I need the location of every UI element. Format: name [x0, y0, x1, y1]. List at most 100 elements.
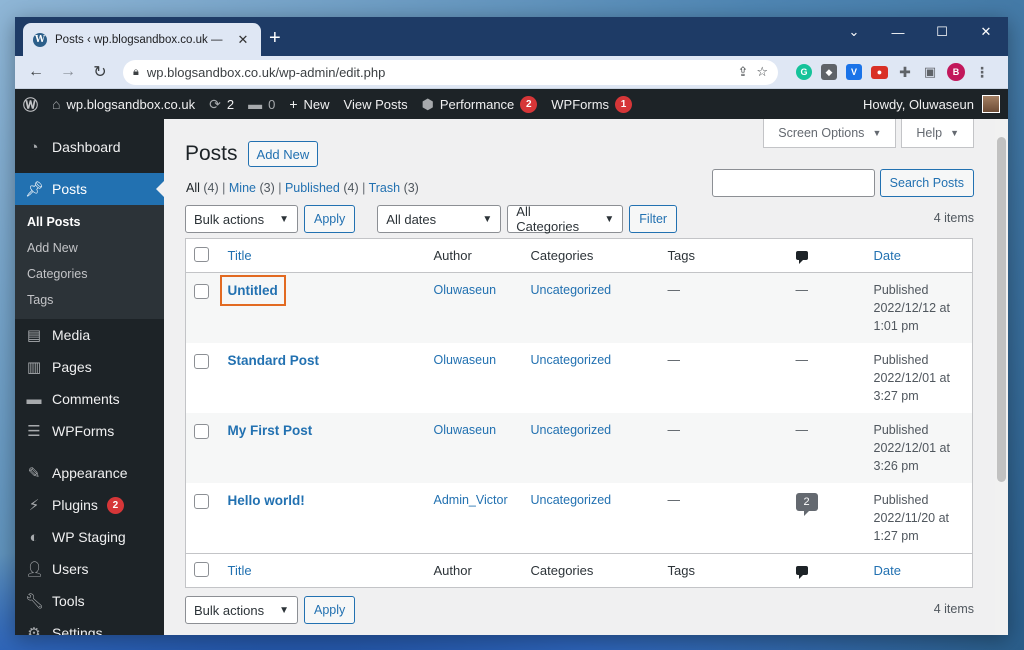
post-search-box: Search Posts	[711, 169, 974, 197]
screen-options-button[interactable]: Screen Options ▼	[763, 119, 897, 148]
wordpress-logo-icon[interactable]: Ⓦ	[23, 94, 38, 115]
items-count: 4 items	[933, 211, 974, 225]
filter-button[interactable]: Filter	[629, 205, 678, 233]
column-date[interactable]: Date	[865, 238, 973, 273]
tab-close-icon[interactable]: ✕	[235, 32, 251, 48]
forward-icon[interactable]: →	[55, 59, 81, 85]
shield-extension-icon[interactable]: ◆	[821, 64, 837, 80]
grammarly-extension-icon[interactable]: G	[796, 64, 812, 80]
menu-appearance[interactable]: ✎ Appearance	[15, 457, 164, 489]
search-posts-button[interactable]: Search Posts	[879, 169, 974, 197]
select-all-checkbox[interactable]	[194, 562, 209, 577]
maximize-icon[interactable]: ☐	[920, 17, 964, 47]
my-account[interactable]: Howdy, Oluwaseun	[863, 95, 1000, 113]
author-link[interactable]: Oluwaseun	[434, 353, 497, 367]
close-window-icon[interactable]: ✕	[964, 17, 1008, 47]
submenu-tags[interactable]: Tags	[15, 287, 164, 313]
submenu-all-posts[interactable]: All Posts	[15, 209, 164, 235]
performance-link[interactable]: ⬢ Performance 2	[422, 95, 538, 113]
approved-comments-bubble[interactable]: 2	[795, 493, 818, 516]
tab-search-icon[interactable]: ⌄	[832, 17, 876, 47]
filter-trash-link[interactable]: Trash (3)	[369, 181, 419, 195]
column-title[interactable]: Title	[219, 553, 426, 588]
dates-filter-select[interactable]: All dates ▼	[377, 205, 502, 233]
menu-users[interactable]: 👤︎ Users	[15, 553, 164, 585]
sort-title-link[interactable]: Title	[228, 248, 252, 263]
column-date[interactable]: Date	[865, 553, 973, 588]
row-checkbox[interactable]	[194, 284, 209, 299]
menu-media[interactable]: ▤ Media	[15, 319, 164, 351]
column-comments[interactable]	[787, 553, 866, 588]
author-link[interactable]: Oluwaseun	[434, 283, 497, 297]
row-checkbox[interactable]	[194, 494, 209, 509]
category-link[interactable]: Uncategorized	[531, 423, 612, 437]
column-title[interactable]: Title	[219, 238, 426, 273]
lock-icon[interactable]: 🔒︎	[133, 66, 139, 79]
menu-wpforms[interactable]: ☰ WPForms	[15, 415, 164, 447]
categories-filter-select[interactable]: All Categories ▼	[507, 204, 624, 234]
post-title-link[interactable]: Standard Post	[228, 353, 320, 368]
filter-published-link[interactable]: Published (4)	[285, 181, 359, 195]
menu-posts[interactable]: 📌︎ Posts	[15, 173, 164, 205]
search-input[interactable]	[711, 169, 875, 197]
wpforms-link[interactable]: WPForms 1	[551, 95, 633, 113]
kebab-menu-icon[interactable]: ⋮	[974, 64, 990, 80]
menu-wp-staging[interactable]: ◐ WP Staging	[15, 521, 164, 553]
bookmark-star-icon[interactable]: ☆	[756, 64, 768, 80]
updates-link[interactable]: ⟳ 2	[209, 96, 234, 113]
apply-button-bottom[interactable]: Apply	[304, 596, 356, 624]
page-scrollbar[interactable]	[995, 119, 1008, 635]
author-link[interactable]: Oluwaseun	[434, 423, 497, 437]
new-tab-icon[interactable]: +	[269, 28, 281, 48]
puzzle-extensions-icon[interactable]: ✚	[897, 64, 913, 80]
bulk-actions-select-bottom[interactable]: Bulk actions ▼	[185, 596, 298, 624]
submenu-add-new[interactable]: Add New	[15, 235, 164, 261]
category-link[interactable]: Uncategorized	[531, 353, 612, 367]
browser-tab-posts[interactable]: W Posts ‹ wp.blogsandbox.co.uk — ✕	[23, 23, 261, 56]
row-checkbox[interactable]	[194, 354, 209, 369]
apply-button[interactable]: Apply	[304, 205, 356, 233]
new-content-link[interactable]: + New	[289, 96, 329, 112]
add-new-post-button[interactable]: Add New	[247, 141, 319, 167]
sort-title-link[interactable]: Title	[228, 563, 252, 578]
scrollbar-thumb[interactable]	[997, 137, 1006, 482]
post-title-link[interactable]: Hello world!	[228, 493, 305, 508]
post-title-link[interactable]: My First Post	[228, 423, 313, 438]
select-all-checkbox[interactable]	[194, 247, 209, 262]
view-posts-link[interactable]: View Posts	[344, 97, 408, 112]
category-link[interactable]: Uncategorized	[531, 493, 612, 507]
v-extension-icon[interactable]: V	[846, 64, 862, 80]
post-title-link[interactable]: Untitled	[219, 275, 286, 306]
menu-dashboard[interactable]: ◔ Dashboard	[15, 131, 164, 163]
url-text[interactable]: wp.blogsandbox.co.uk/wp-admin/edit.php	[147, 65, 730, 80]
help-button[interactable]: Help ▼	[901, 119, 974, 148]
row-checkbox[interactable]	[194, 424, 209, 439]
site-name-link[interactable]: ⌂ wp.blogsandbox.co.uk	[52, 96, 195, 112]
reload-icon[interactable]: ↻	[87, 59, 113, 85]
date-cell: Published 2022/12/01 at 3:26 pm	[866, 413, 973, 483]
record-extension-icon[interactable]: ●	[871, 65, 888, 79]
profile-avatar[interactable]: B	[947, 63, 965, 81]
sort-date-link[interactable]: Date	[874, 248, 901, 263]
menu-tools[interactable]: 🔧︎ Tools	[15, 585, 164, 617]
sort-date-link[interactable]: Date	[874, 563, 901, 578]
menu-pages[interactable]: ▥ Pages	[15, 351, 164, 383]
category-link[interactable]: Uncategorized	[531, 283, 612, 297]
filter-all-link[interactable]: All (4)	[186, 181, 219, 195]
comments-link[interactable]: ▬ 0	[248, 96, 275, 112]
share-icon[interactable]: ⇪	[737, 64, 748, 80]
menu-plugins[interactable]: ⚡︎ Plugins 2	[15, 489, 164, 521]
minimize-icon[interactable]: —	[876, 17, 920, 47]
back-icon[interactable]: ←	[23, 59, 49, 85]
updates-icon: ⟳	[209, 95, 221, 112]
author-link[interactable]: Admin_Victor	[434, 493, 508, 507]
filter-mine-link[interactable]: Mine (3)	[229, 181, 275, 195]
column-comments[interactable]	[787, 238, 866, 273]
side-panel-icon[interactable]: ▣	[922, 64, 938, 80]
submenu-categories[interactable]: Categories	[15, 261, 164, 287]
menu-comments[interactable]: ▬ Comments	[15, 383, 164, 415]
menu-settings[interactable]: ⚙ Settings	[15, 617, 164, 635]
row-checkbox-cell	[186, 413, 220, 483]
address-bar[interactable]: 🔒︎ wp.blogsandbox.co.uk/wp-admin/edit.ph…	[123, 59, 778, 85]
bulk-actions-select[interactable]: Bulk actions ▼	[185, 205, 298, 233]
